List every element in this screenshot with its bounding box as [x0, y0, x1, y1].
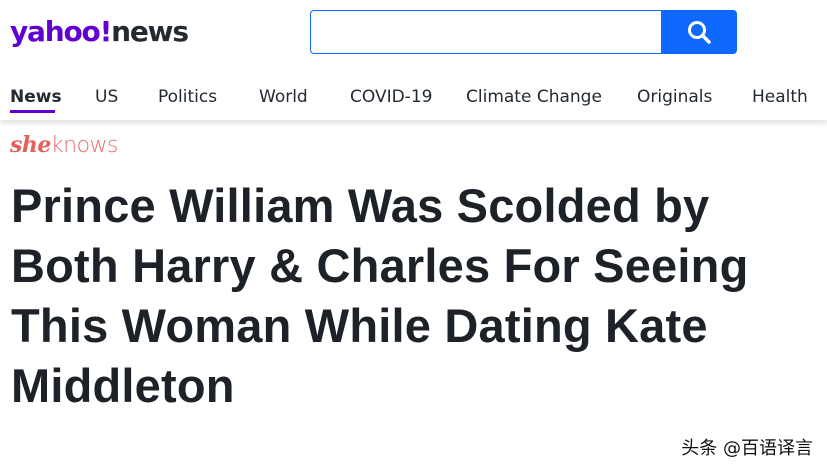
nav-item-news[interactable]: News [10, 86, 62, 108]
search-bar [310, 10, 737, 54]
nav-item-health[interactable]: Health [752, 86, 808, 108]
search-icon [688, 21, 711, 44]
search-input[interactable] [310, 10, 661, 54]
nav-item-covid-19[interactable]: COVID-19 [350, 86, 432, 108]
logo-bang-text: ! [99, 15, 113, 48]
nav-active-indicator [10, 110, 55, 113]
nav-item-originals[interactable]: Originals [637, 86, 712, 108]
watermark-text: 头条 @百语译言 [681, 438, 813, 459]
search-button[interactable] [661, 10, 737, 54]
site-header: yahoo!news News US Politics World COVID-… [0, 0, 827, 120]
yahoo-news-logo[interactable]: yahoo!news [10, 14, 189, 50]
nav-item-world[interactable]: World [259, 86, 308, 108]
sheknows-source-logo[interactable]: sheknows [10, 131, 119, 160]
article-headline: Prince William Was Scolded by Both Harry… [11, 179, 749, 412]
nav-item-climate-change[interactable]: Climate Change [466, 86, 602, 108]
source-logo-she: she [10, 132, 51, 158]
source-logo-knows: knows [50, 133, 119, 158]
main-nav: News US Politics World COVID-19 Climate … [0, 86, 827, 116]
nav-item-us[interactable]: US [95, 86, 118, 108]
logo-yahoo-text: yahoo [10, 15, 101, 48]
nav-item-politics[interactable]: Politics [158, 86, 217, 108]
logo-news-text: news [111, 15, 189, 48]
